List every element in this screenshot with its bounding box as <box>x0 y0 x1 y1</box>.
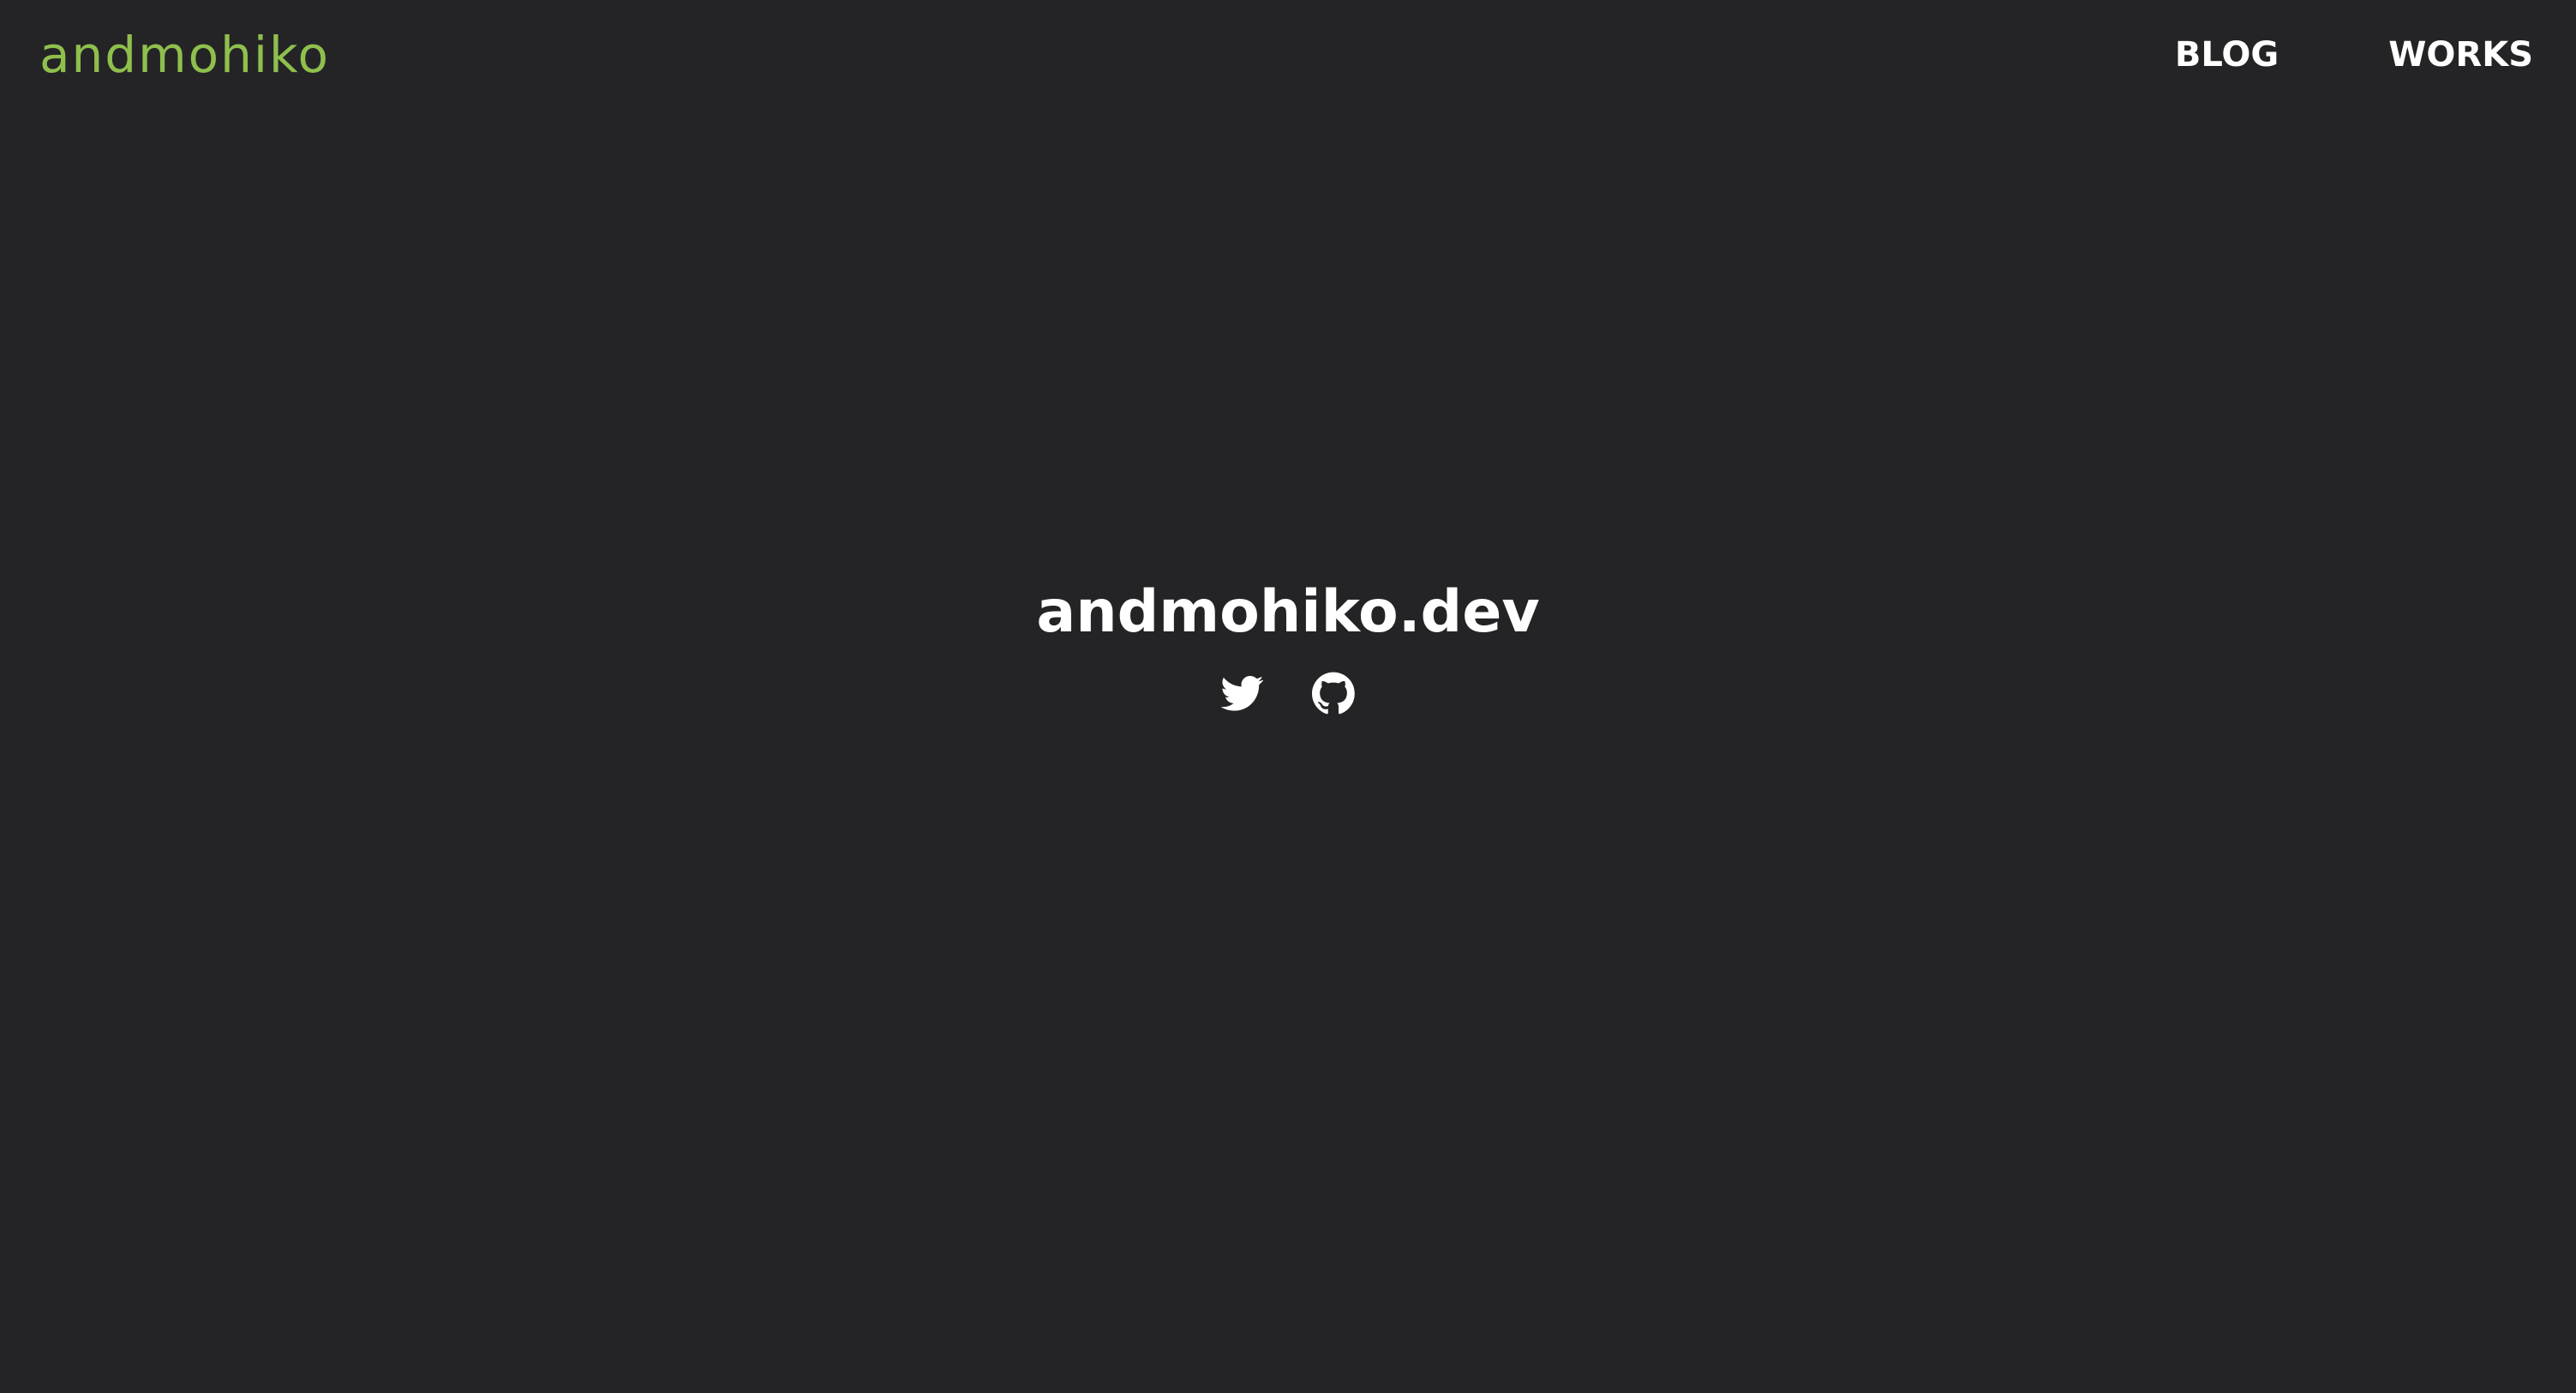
twitter-icon <box>1221 676 1264 711</box>
social-links <box>1221 672 1355 714</box>
github-icon <box>1312 672 1355 714</box>
nav-link-works[interactable]: WORKS <box>2388 35 2533 75</box>
hero-section: andmohiko.dev <box>0 565 2576 714</box>
main-nav: BLOG WORKS <box>2175 27 2533 82</box>
page-title: andmohiko.dev <box>1036 578 1540 646</box>
nav-link-blog[interactable]: BLOG <box>2175 35 2279 75</box>
twitter-link[interactable] <box>1221 672 1264 714</box>
github-link[interactable] <box>1312 672 1355 714</box>
site-logo[interactable]: andmohiko <box>39 22 330 87</box>
